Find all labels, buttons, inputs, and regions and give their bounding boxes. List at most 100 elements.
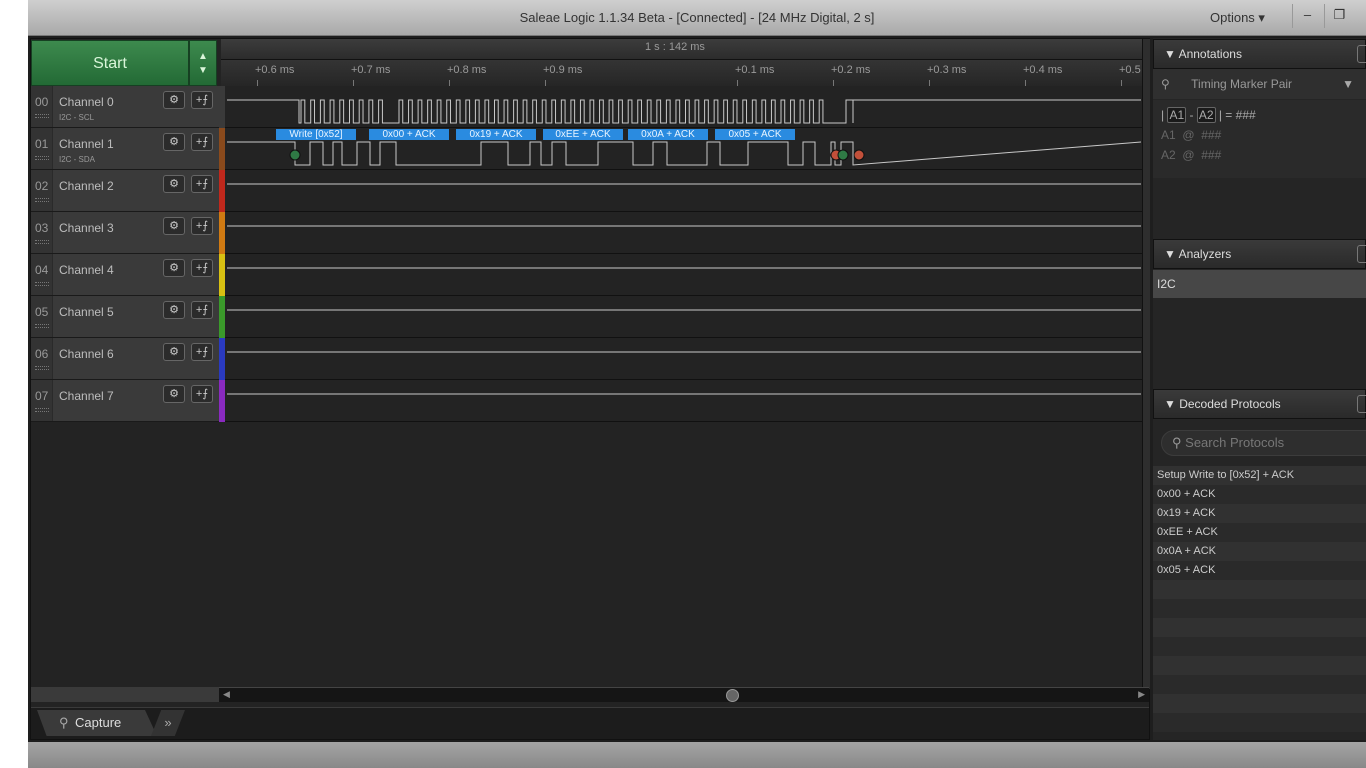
gear-icon[interactable]: ⚙ — [163, 217, 185, 235]
channel-name[interactable]: Channel 4 — [59, 263, 114, 277]
channel-row[interactable]: 01 Channel 1 I2C - SDA ⚙ +⨍ — [31, 128, 219, 170]
channel-name[interactable]: Channel 3 — [59, 221, 114, 235]
stop-marker[interactable] — [853, 149, 865, 161]
decoded-options-button[interactable] — [1357, 395, 1366, 413]
drag-handle-icon[interactable] — [35, 366, 49, 370]
minimize-button[interactable]: – — [1292, 4, 1322, 28]
decode-bubble[interactable]: Write [0x52] — [276, 129, 356, 140]
decoded-item[interactable]: 0x19 + ACK — [1153, 504, 1366, 523]
decoded-list: Setup Write to [0x52] + ACK 0x00 + ACK 0x1… — [1153, 466, 1366, 732]
scroll-thumb[interactable] — [726, 689, 739, 702]
channel-analyzer-label: I2C - SCL — [59, 113, 95, 122]
marker-a1-chip[interactable]: A1 — [1167, 107, 1187, 123]
channel-row[interactable]: 02 Channel 2 ⚙ +⨍ — [31, 170, 219, 212]
start-button[interactable]: Start — [31, 40, 189, 86]
at-symbol: @ — [1182, 148, 1195, 162]
empty-row — [1153, 599, 1366, 618]
gear-icon[interactable]: ⚙ — [163, 385, 185, 403]
time-ruler[interactable]: +0.6 ms +0.7 ms +0.8 ms +0.9 ms +0.1 ms +0.2 … — [221, 60, 1142, 86]
trigger-edge-icon[interactable]: +⨍ — [191, 133, 213, 151]
drag-handle-icon[interactable] — [35, 324, 49, 328]
drag-handle-icon[interactable] — [35, 114, 49, 118]
lane-separator — [225, 379, 1142, 380]
options-menu[interactable]: Options ▾ — [1210, 10, 1265, 26]
decoded-item[interactable]: 0x0A + ACK — [1153, 542, 1366, 561]
trigger-edge-icon[interactable]: +⨍ — [191, 343, 213, 361]
start-marker[interactable] — [289, 149, 301, 161]
trigger-edge-icon[interactable]: +⨍ — [191, 301, 213, 319]
trigger-edge-icon[interactable]: +⨍ — [191, 175, 213, 193]
channel-number: 00 — [31, 86, 53, 127]
time-ruler-top: 1 s : 142 ms — [221, 39, 1142, 60]
empty-row — [1153, 675, 1366, 694]
ruler-tick-label: +0.8 ms — [447, 64, 487, 76]
drag-handle-icon[interactable] — [35, 198, 49, 202]
vertical-scrollbar[interactable] — [1142, 39, 1150, 689]
ruler-tick-label: +0.6 ms — [255, 64, 295, 76]
trigger-edge-icon[interactable]: +⨍ — [191, 91, 213, 109]
gear-icon[interactable]: ⚙ — [163, 133, 185, 151]
channel-row[interactable]: 00 Channel 0 I2C - SCL ⚙ +⨍ — [31, 86, 219, 128]
channel-name[interactable]: Channel 0 — [59, 95, 114, 109]
a1-label: A1 — [1161, 128, 1176, 142]
gear-icon[interactable]: ⚙ — [163, 91, 185, 109]
drag-handle-icon[interactable] — [35, 240, 49, 244]
channel-number: 02 — [31, 170, 53, 211]
annotations-add-button[interactable] — [1357, 45, 1366, 63]
gear-icon[interactable]: ⚙ — [163, 301, 185, 319]
annotations-header[interactable]: ▼ Annotations — [1153, 39, 1366, 69]
drag-handle-icon[interactable] — [35, 282, 49, 286]
start-options-arrows[interactable]: ▲ ▼ — [189, 40, 217, 86]
more-tabs-button[interactable]: » — [151, 710, 185, 736]
restore-button[interactable]: ❐ — [1324, 4, 1354, 28]
channel-lane — [225, 212, 1142, 253]
channel-name[interactable]: Channel 7 — [59, 389, 114, 403]
empty-row — [1153, 580, 1366, 599]
decoded-item[interactable]: Setup Write to [0x52] + ACK — [1153, 466, 1366, 485]
decoded-item[interactable]: 0x00 + ACK — [1153, 485, 1366, 504]
horizontal-scrollbar[interactable]: ◀ ▶ — [219, 687, 1149, 702]
bottom-tabs: ⚲ Capture » — [31, 707, 1149, 739]
channel-number: 01 — [31, 128, 53, 169]
ruler-tick-label: +0.3 ms — [927, 64, 967, 76]
analyzer-item-i2c[interactable]: I2C — [1153, 270, 1366, 298]
tab-capture[interactable]: ⚲ Capture — [37, 710, 157, 736]
channel-name[interactable]: Channel 5 — [59, 305, 114, 319]
drag-handle-icon[interactable] — [35, 156, 49, 160]
channel-name[interactable]: Channel 6 — [59, 347, 114, 361]
analyzers-header[interactable]: ▼ Analyzers — [1153, 239, 1366, 269]
trigger-edge-icon[interactable]: +⨍ — [191, 217, 213, 235]
search-protocols-input[interactable]: ⚲ Search Protocols — [1161, 430, 1366, 456]
ruler-tick-label: +0.7 ms — [351, 64, 391, 76]
analyzers-add-button[interactable] — [1357, 245, 1366, 263]
decode-bubble[interactable]: 0xEE + ACK — [543, 129, 623, 140]
decoded-protocols-header[interactable]: ▼ Decoded Protocols — [1153, 389, 1366, 419]
channel-name[interactable]: Channel 1 — [59, 137, 114, 151]
drag-handle-icon[interactable] — [35, 408, 49, 412]
decode-bubble[interactable]: 0x19 + ACK — [456, 129, 536, 140]
decode-bubble[interactable]: 0x00 + ACK — [369, 129, 449, 140]
decoded-item[interactable]: 0xEE + ACK — [1153, 523, 1366, 542]
gear-icon[interactable]: ⚙ — [163, 343, 185, 361]
channel-row[interactable]: 06 Channel 6 ⚙ +⨍ — [31, 338, 219, 380]
status-bar — [28, 742, 1366, 768]
gear-icon[interactable]: ⚙ — [163, 259, 185, 277]
marker-a2-chip[interactable]: A2 — [1196, 107, 1216, 123]
decoded-item[interactable]: 0x05 + ACK — [1153, 561, 1366, 580]
channel-row[interactable]: 03 Channel 3 ⚙ +⨍ — [31, 212, 219, 254]
gear-icon[interactable]: ⚙ — [163, 175, 185, 193]
channel-row[interactable]: 05 Channel 5 ⚙ +⨍ — [31, 296, 219, 338]
marker-type-select[interactable]: ⚲ Timing Marker Pair ▼ — [1153, 69, 1366, 99]
channel-lane — [225, 338, 1142, 379]
channel-name[interactable]: Channel 2 — [59, 179, 114, 193]
channel-row[interactable]: 07 Channel 7 ⚙ +⨍ — [31, 380, 219, 422]
start-marker[interactable] — [837, 149, 849, 161]
decode-bubble[interactable]: 0x0A + ACK — [628, 129, 708, 140]
decode-bubble[interactable]: 0x05 + ACK — [715, 129, 795, 140]
trigger-edge-icon[interactable]: +⨍ — [191, 385, 213, 403]
marker-pin-icon: ⚲ — [1161, 77, 1170, 91]
channel-row[interactable]: 04 Channel 4 ⚙ +⨍ — [31, 254, 219, 296]
scroll-left-arrow[interactable]: ◀ — [223, 689, 230, 700]
trigger-edge-icon[interactable]: +⨍ — [191, 259, 213, 277]
scroll-right-arrow[interactable]: ▶ — [1138, 689, 1145, 700]
